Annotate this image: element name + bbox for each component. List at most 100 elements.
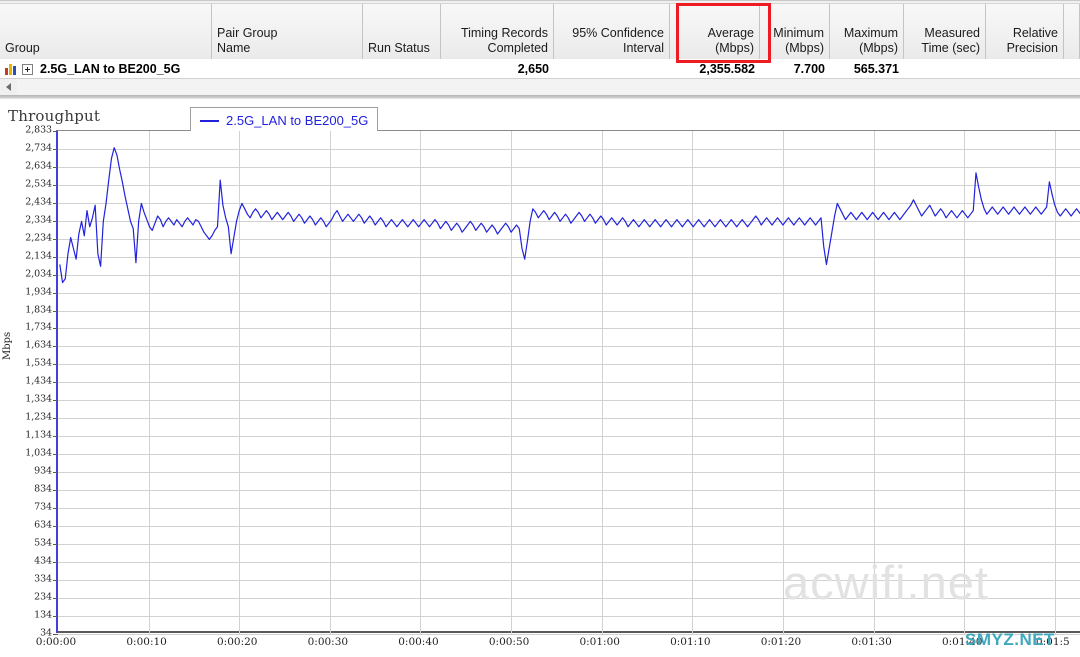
scrollbar-track[interactable] (17, 79, 1080, 95)
scroll-left-arrow-icon[interactable] (0, 79, 17, 95)
y-tick-label: 1,234 (25, 411, 52, 423)
column-header-line1: Minimum (773, 26, 824, 40)
table-row[interactable]: 2.5G_LAN to BE200_5G 2,650 2,355.582 7.700 5… (0, 59, 1080, 79)
x-tick-label: 0:01:20 (760, 636, 802, 648)
column-header-average_mbps[interactable]: Average (Mbps) (670, 4, 760, 59)
legend-item-label: 2.5G_LAN to BE200_5G (226, 113, 369, 128)
column-header-line2: (Mbps) (785, 41, 824, 55)
column-header-line2: Group (5, 41, 40, 55)
cell-text-timing_records_completed: 2,650 (517, 62, 549, 76)
gridline-horizontal (58, 634, 1080, 635)
column-header-line1: Pair Group (217, 26, 278, 40)
column-header-line2: Run Status (368, 41, 430, 55)
y-tick-label: 2,234 (25, 232, 52, 244)
cell-average_mbps[interactable]: 2,355.582 (670, 59, 760, 79)
column-header-run_status[interactable]: Run Status (363, 4, 441, 59)
y-tick-label: 1,934 (25, 286, 52, 298)
y-tick-label: 834 (34, 483, 52, 495)
chart-title: Throughput (8, 107, 101, 125)
cell-relative_precision[interactable] (986, 59, 1064, 79)
column-header-maximum_mbps[interactable]: Maximum (Mbps) (830, 4, 904, 59)
cell-text-average_mbps: 2,355.582 (699, 62, 755, 76)
y-tick-label: 334 (34, 573, 52, 585)
cell-timing_records_completed[interactable]: 2,650 (441, 59, 554, 79)
y-tick-label: 1,634 (25, 339, 52, 351)
cell-maximum_mbps[interactable]: 565.371 (830, 59, 904, 79)
y-tick-label: 734 (34, 501, 52, 513)
y-tick-label: 2,134 (25, 250, 52, 262)
column-header-pair_group_name[interactable]: Pair Group Name (212, 4, 363, 59)
x-tick-label: 0:01:10 (670, 636, 711, 648)
column-header-minimum_mbps[interactable]: Minimum (Mbps) (760, 4, 830, 59)
ixchariot-throughput-window: Group Pair Group Name Run Status Timing Reco… (0, 0, 1080, 657)
cell-text-maximum_mbps: 565.371 (853, 62, 899, 76)
results-table-panel: Group Pair Group Name Run Status Timing Reco… (0, 0, 1080, 79)
series-line-2.5G_LAN to BE200_5G (59, 147, 1080, 284)
results-table-header-row: Group Pair Group Name Run Status Timing Reco… (0, 3, 1080, 59)
y-tick-label: 1,034 (25, 447, 52, 459)
column-header-group[interactable]: Group (0, 4, 212, 59)
column-header-spacer[interactable] (1064, 4, 1080, 59)
cell-confidence_interval[interactable] (554, 59, 670, 79)
y-tick-label: 2,833 (25, 124, 52, 136)
cell-minimum_mbps[interactable]: 7.700 (760, 59, 830, 79)
y-tick-label: 2,734 (25, 142, 52, 154)
expand-plus-icon[interactable] (22, 63, 33, 75)
plot-area[interactable] (53, 130, 1080, 635)
column-header-line2: Interval (623, 41, 664, 55)
y-tick-label: 234 (34, 591, 52, 603)
y-axis-title: Mbps (2, 331, 13, 360)
x-tick-label: 0:00:50 (488, 636, 530, 648)
x-tick-label: 0:01:00 (579, 636, 620, 648)
cell-group[interactable]: 2.5G_LAN to BE200_5G (0, 59, 212, 79)
y-tick-label: 634 (34, 519, 52, 531)
x-tick-label: 0:00:20 (216, 636, 258, 648)
chart-legend: 2.5G_LAN to BE200_5G (190, 107, 379, 131)
horizontal-scrollbar[interactable] (0, 79, 1080, 96)
cell-text-minimum_mbps: 7.700 (793, 62, 825, 76)
y-tick-label: 134 (34, 609, 52, 621)
column-header-line1: Maximum (843, 26, 898, 40)
cell-measured_time_sec[interactable] (904, 59, 986, 79)
column-header-relative_precision[interactable]: Relative Precision (986, 4, 1064, 59)
cell-run_status[interactable] (363, 59, 441, 79)
column-header-line1: 95% Confidence (572, 26, 664, 40)
watermark-smyz: SMYZ.NET (965, 630, 1055, 649)
x-tick-label: 0:00:10 (126, 636, 167, 648)
column-header-line2: Completed (487, 41, 548, 55)
y-tick-label: 1,134 (25, 429, 52, 441)
x-tick-label: 0:00:30 (307, 636, 349, 648)
column-header-line2: (Mbps) (859, 41, 898, 55)
cell-spacer[interactable] (1064, 59, 1080, 79)
y-tick-label: 2,034 (25, 268, 52, 280)
x-tick-label: 0:00:40 (398, 636, 439, 648)
x-tick-label: 0:01:30 (851, 636, 892, 648)
y-tick-label: 2,634 (25, 160, 52, 172)
column-header-timing_records_completed[interactable]: Timing Records Completed (441, 4, 554, 59)
legend-line-swatch (200, 119, 219, 122)
y-tick-label: 1,834 (25, 304, 52, 316)
column-header-line2: Time (sec) (921, 41, 980, 55)
y-tick-label: 2,534 (25, 178, 52, 190)
column-header-line2: (Mbps) (715, 41, 754, 55)
y-tick-label: 1,734 (25, 321, 52, 333)
column-header-line2: Name (217, 41, 251, 55)
y-tick-label: 2,334 (25, 214, 52, 226)
throughput-chart-panel: Throughput 2.5G_LAN to BE200_5G Mbps 2,8… (0, 99, 1080, 657)
throughput-series-plot (59, 147, 1080, 284)
column-header-line1: Relative (1012, 26, 1058, 40)
column-header-confidence_interval[interactable]: 95% Confidence Interval (554, 4, 670, 59)
y-tick-label: 1,434 (25, 375, 52, 387)
column-header-line1: Timing Records (460, 26, 548, 40)
column-header-line1: Average (707, 26, 754, 40)
cell-text-group: 2.5G_LAN to BE200_5G (40, 62, 181, 76)
y-tick-label: 534 (34, 537, 52, 549)
cell-pair_group_name[interactable] (212, 59, 363, 79)
y-tick-label: 1,534 (25, 357, 52, 369)
y-tick-label: 434 (34, 555, 52, 567)
bar-chart-icon[interactable] (5, 63, 17, 75)
y-tick-label: 2,434 (25, 196, 52, 208)
column-header-line1: Measured (924, 26, 980, 40)
column-header-measured_time_sec[interactable]: Measured Time (sec) (904, 4, 986, 59)
y-tick-mark (53, 634, 58, 635)
